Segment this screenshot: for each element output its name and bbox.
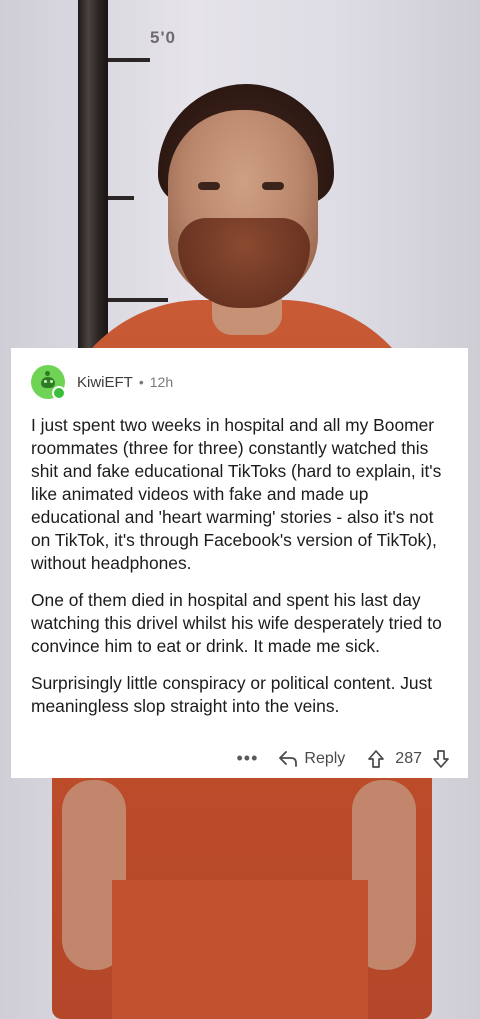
comment-paragraph: One of them died in hospital and spent h… [31, 590, 442, 656]
separator-dot: • [138, 374, 144, 390]
username[interactable]: KiwiEFT [77, 374, 133, 391]
online-status-icon [52, 386, 66, 400]
height-marker-label: 5'0 [150, 28, 176, 47]
avatar[interactable] [31, 365, 66, 400]
comment-card: KiwiEFT • 12h I just spent two weeks in … [11, 348, 468, 778]
downvote-arrow-icon[interactable] [432, 749, 450, 769]
comment-action-bar: ••• Reply 287 [236, 748, 450, 769]
reply-label: Reply [304, 749, 346, 767]
more-options-icon[interactable]: ••• [236, 748, 258, 769]
reply-button[interactable]: Reply [278, 750, 345, 768]
snoo-icon [41, 377, 55, 388]
avatar-eye-icon [44, 380, 47, 383]
eye [262, 182, 284, 190]
height-mark [108, 196, 134, 200]
beard [178, 218, 310, 308]
avatar-antenna-icon [45, 371, 50, 376]
eye [198, 182, 220, 190]
height-mark [108, 298, 168, 302]
timestamp: 12h [149, 374, 174, 390]
reply-arrow-icon [279, 750, 298, 767]
vote-count: 287 [395, 749, 422, 767]
comment-paragraph: I just spent two weeks in hospital and a… [31, 415, 442, 573]
height-mark [108, 58, 150, 62]
upvote-arrow-icon[interactable] [367, 749, 385, 769]
avatar-eye-icon [50, 380, 53, 383]
comment-body: I just spent two weeks in hospital and a… [31, 414, 448, 718]
comment-header: KiwiEFT • 12h [31, 364, 448, 400]
comment-paragraph: Surprisingly little conspiracy or politi… [31, 673, 433, 716]
pants [112, 880, 368, 1019]
